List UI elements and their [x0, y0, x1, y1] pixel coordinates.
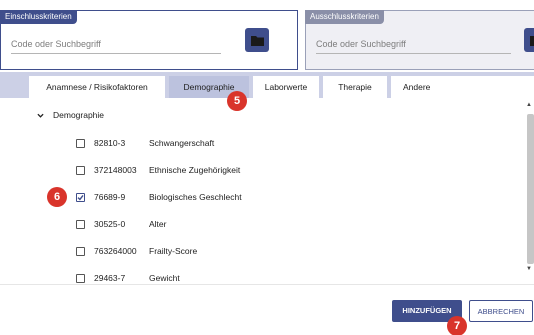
list-item[interactable]: 29463-7 Gewicht — [76, 271, 180, 285]
scroll-down-icon[interactable]: ▼ — [526, 266, 532, 272]
item-label: Gewicht — [149, 273, 180, 283]
item-label: Ethnische Zugehörigkeit — [149, 165, 241, 175]
chevron-down-icon — [37, 113, 44, 118]
item-label: Biologisches Geschlecht — [149, 192, 242, 202]
item-label: Alter — [149, 219, 167, 229]
checkbox[interactable] — [76, 165, 85, 175]
inclusion-criteria-title: Einschlusskriterien — [0, 10, 77, 24]
checkbox[interactable] — [76, 246, 85, 256]
scrollbar-thumb[interactable] — [527, 114, 534, 264]
exclusion-folder-button[interactable] — [524, 28, 534, 52]
section-header-demographie[interactable]: Demographie — [37, 110, 104, 120]
step-badge-tabs: 5 — [227, 91, 247, 111]
list-item[interactable]: 372148003 Ethnische Zugehörigkeit — [76, 163, 240, 177]
tab-anamnese[interactable]: Anamnese / Risikofaktoren — [29, 76, 165, 98]
exclusion-criteria-title: Ausschlusskriterien — [305, 10, 384, 24]
checkbox[interactable] — [76, 273, 85, 283]
folder-icon — [250, 35, 264, 46]
section-title: Demographie — [53, 110, 105, 120]
item-code: 763264000 — [94, 246, 137, 256]
item-code: 30525-0 — [94, 219, 126, 229]
step-badge-checkbox: 6 — [47, 187, 67, 207]
tab-laborwerte[interactable]: Laborwerte — [253, 76, 319, 98]
item-label: Schwangerschaft — [149, 138, 215, 148]
tab-therapie[interactable]: Therapie — [323, 76, 387, 98]
exclusion-criteria-panel: Ausschlusskriterien — [305, 10, 534, 70]
exclusion-search-input[interactable] — [316, 34, 511, 54]
list-item[interactable]: 763264000 Frailty-Score — [76, 244, 197, 258]
checkbox[interactable] — [76, 219, 85, 229]
cancel-button[interactable]: ABBRECHEN — [469, 300, 533, 322]
item-code: 82810-3 — [94, 138, 126, 148]
list-item[interactable]: 76689-9 Biologisches Geschlecht — [76, 190, 242, 204]
checkbox[interactable] — [76, 138, 85, 148]
checkmark-icon — [77, 194, 84, 200]
item-code: 372148003 — [94, 165, 137, 175]
item-code: 29463-7 — [94, 273, 126, 283]
tab-andere[interactable]: Andere — [391, 76, 534, 98]
list-item[interactable]: 30525-0 Alter — [76, 217, 166, 231]
checkbox-checked[interactable] — [76, 192, 85, 202]
footer-divider — [0, 284, 534, 285]
list-item[interactable]: 82810-3 Schwangerschaft — [76, 136, 214, 150]
inclusion-folder-button[interactable] — [245, 28, 269, 52]
step-badge-add: 7 — [447, 316, 467, 335]
category-tabbar: Anamnese / Risikofaktoren Demographie La… — [0, 72, 534, 98]
scroll-up-icon[interactable]: ▲ — [526, 102, 532, 108]
folder-icon — [529, 35, 534, 46]
inclusion-criteria-panel: Einschlusskriterien — [0, 10, 298, 70]
item-label: Frailty-Score — [149, 246, 198, 256]
inclusion-search-input[interactable] — [11, 34, 221, 54]
item-code: 76689-9 — [94, 192, 126, 202]
